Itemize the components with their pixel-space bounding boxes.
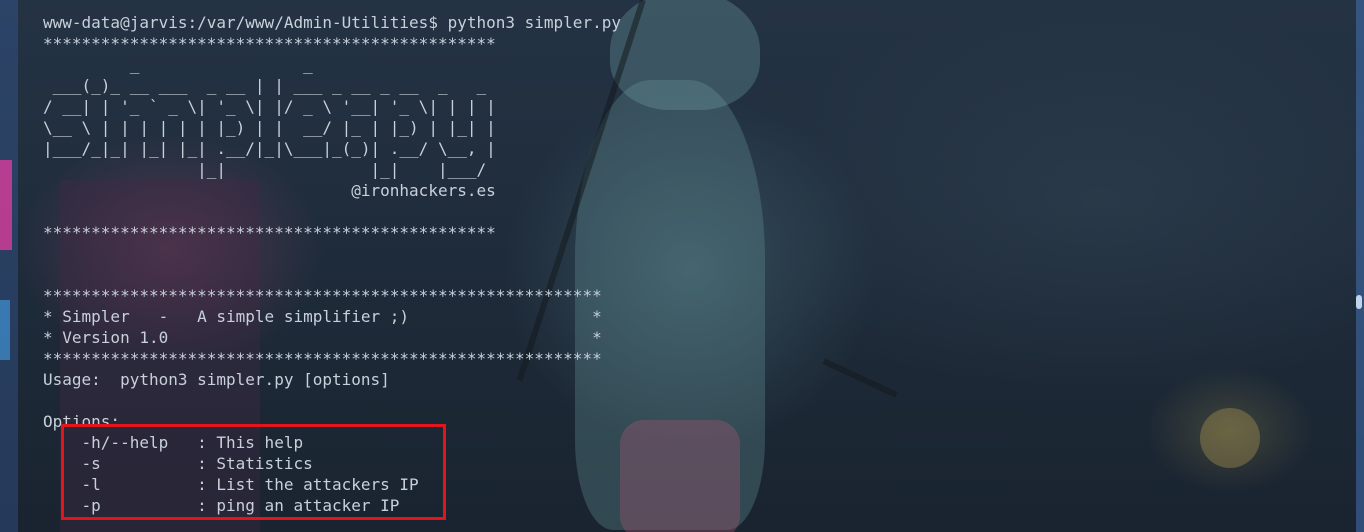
wallpaper-figure-head — [610, 0, 760, 110]
wallpaper-edge-glow — [0, 0, 18, 532]
wallpaper-sword-hilt — [822, 358, 898, 398]
ascii-art-banner: _ _ ___(_)_ __ ___ _ __ | | ___ _ __ _ _… — [43, 55, 496, 179]
stars-divider-top: ****************************************… — [43, 34, 496, 53]
header-box-version: * Version 1.0 * — [43, 328, 602, 347]
header-box-title: * Simpler - A simple simplifier ;) * — [43, 307, 602, 326]
header-box-top: ****************************************… — [43, 286, 602, 305]
stars-divider-bottom: ****************************************… — [43, 223, 496, 242]
scrollbar-thumb[interactable] — [1356, 295, 1362, 309]
options-highlight-box — [61, 424, 446, 520]
wallpaper-neon-sign-blue — [0, 300, 10, 360]
header-box-bottom: ****************************************… — [43, 349, 602, 368]
terminal-prompt-line: www-data@jarvis:/var/www/Admin-Utilities… — [43, 13, 621, 32]
wallpaper-figure-legs — [620, 420, 740, 532]
author-handle: @ironhackers.es — [43, 181, 496, 200]
wallpaper-street-lamp — [1200, 408, 1260, 468]
scrollbar-track[interactable] — [1356, 0, 1364, 532]
usage-line: Usage: python3 simpler.py [options] — [43, 370, 390, 389]
wallpaper-neon-sign — [0, 160, 12, 250]
